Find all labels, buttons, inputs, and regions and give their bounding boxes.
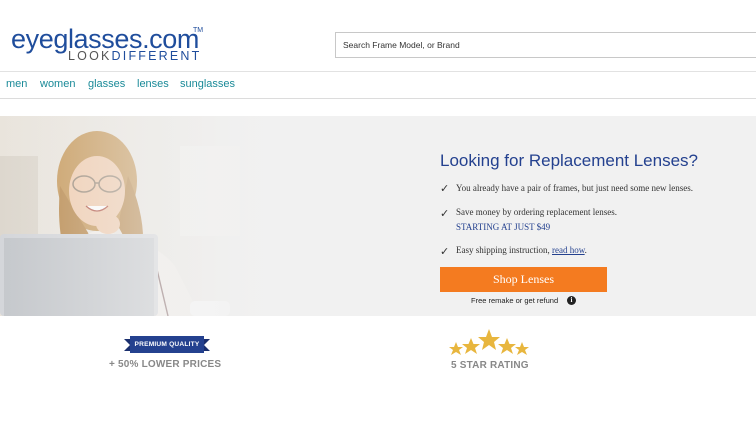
logo-tagline: LOOKDIFFERENT (68, 50, 201, 63)
promo-bullet-frames: You already have a pair of frames, but j… (456, 183, 694, 193)
lower-prices-text: + 50% LOWER PRICES (109, 359, 222, 370)
logo-tagline-look: LOOK (68, 49, 112, 63)
main-nav: men women glasses lenses sunglasses (0, 72, 756, 99)
nav-item-sunglasses[interactable]: sunglasses (180, 78, 235, 90)
nav-item-glasses[interactable]: glasses (88, 78, 125, 90)
site-header: eyeglasses.com TM LOOKDIFFERENT (0, 0, 756, 72)
check-icon: ✓ (440, 208, 450, 220)
check-icon: ✓ (440, 183, 450, 195)
promo-bullet-save: Save money by ordering replacement lense… (456, 207, 617, 217)
premium-quality-badge: PREMIUM QUALITY (124, 335, 210, 357)
site-logo[interactable]: eyeglasses.com TM LOOKDIFFERENT (11, 24, 211, 64)
starting-price: STARTING AT JUST $49 (456, 222, 551, 232)
nav-item-lenses[interactable]: lenses (137, 78, 169, 90)
nav-item-women[interactable]: women (40, 78, 75, 90)
woman-with-laptop-photo (0, 116, 285, 316)
logo-tagline-different: DIFFERENT (111, 49, 202, 63)
five-star-rating-text: 5 STAR RATING (451, 360, 529, 371)
five-star-icon (449, 329, 529, 355)
logo-trademark: TM (193, 27, 204, 34)
search-box[interactable] (335, 32, 756, 58)
shipping-text: Easy shipping instruction, (456, 245, 550, 255)
refund-note: Free remake or get refund (471, 296, 559, 305)
check-icon: ✓ (440, 246, 450, 258)
search-input[interactable] (336, 33, 756, 57)
shop-lenses-button[interactable]: Shop Lenses (440, 267, 607, 292)
badge-label: PREMIUM QUALITY (134, 341, 200, 348)
promo-title: Looking for Replacement Lenses? (440, 151, 698, 170)
read-how-link[interactable]: read how (552, 245, 585, 255)
info-icon[interactable]: i (567, 296, 576, 305)
shipping-period: . (584, 245, 587, 255)
nav-item-men[interactable]: men (6, 78, 27, 90)
hero-banner (0, 116, 756, 316)
promo-bullet-shipping: Easy shipping instruction, read how. (456, 245, 587, 255)
